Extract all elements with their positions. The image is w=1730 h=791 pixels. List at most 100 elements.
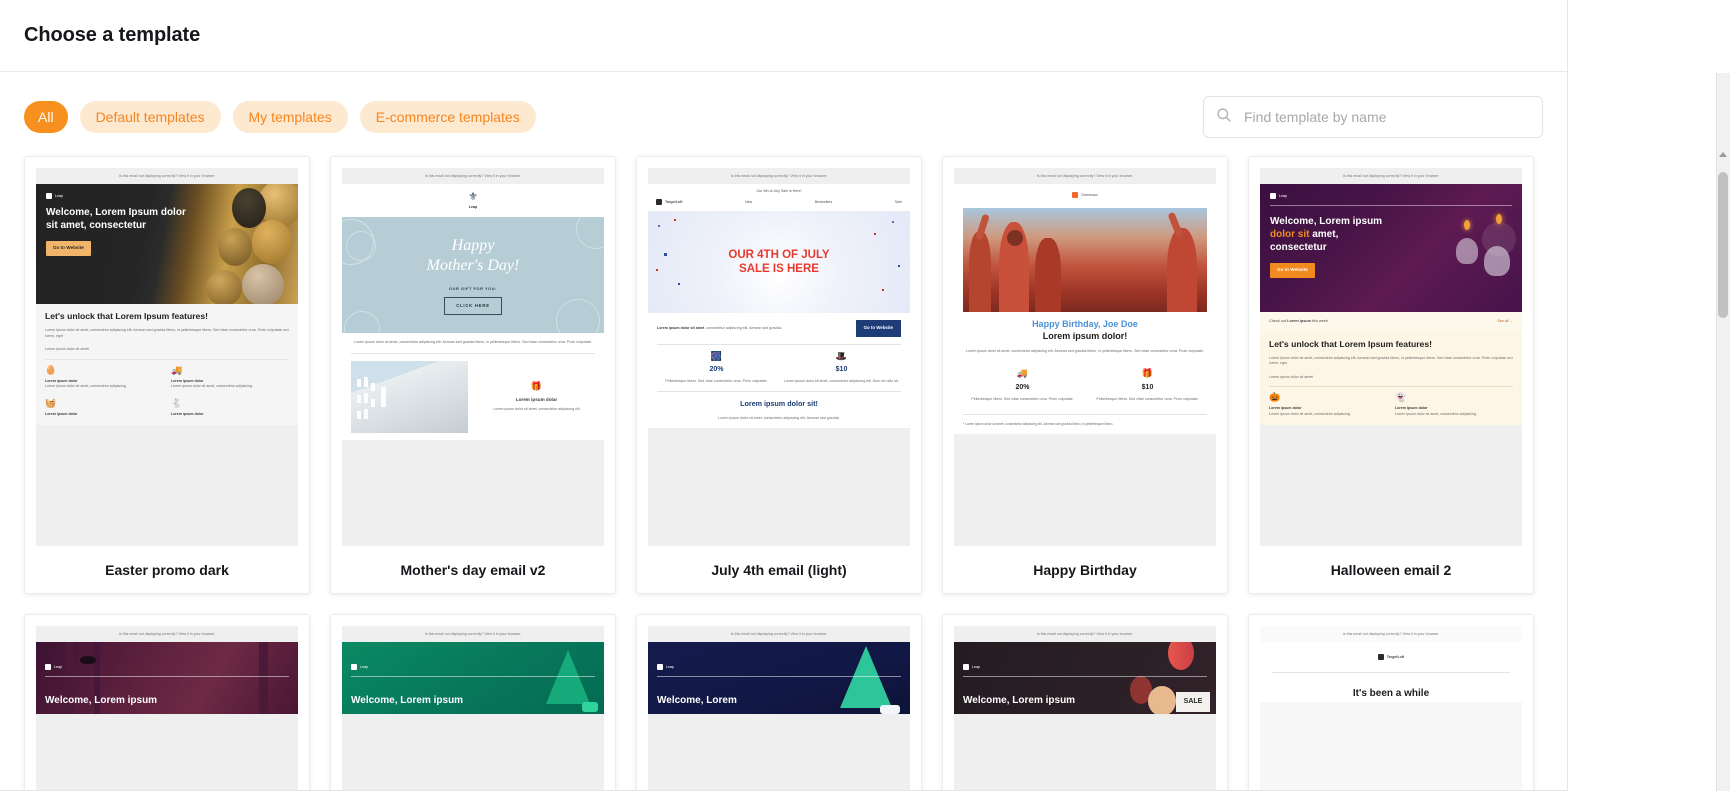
choose-template-modal: Choose a template All Default templates …: [0, 0, 1568, 791]
offer-text: Pellentesque libero. Sed vitae consectet…: [1096, 397, 1199, 402]
template-card[interactable]: Is this email not displaying correctly? …: [24, 156, 310, 594]
filter-chip-default-templates[interactable]: Default templates: [79, 101, 221, 133]
section-subhead: Let's unlock that Lorem Ipsum features!: [1269, 338, 1432, 349]
hero-headline-line2: SALE IS HERE: [739, 263, 819, 276]
vertical-scrollbar-track[interactable]: [1716, 73, 1730, 791]
checkout-bar: Check out Lorem ipsum this week See all …: [1260, 312, 1522, 332]
hero-image: Leap Welcome, Lorem Ipsum dolor sit amet…: [36, 184, 298, 305]
template-thumbnail: Is this email not displaying correctly? …: [342, 626, 604, 790]
section-body: Lorem ipsum dolor sit amet, consectetur …: [45, 328, 289, 338]
checkout-bold: Lorem ipsum: [1287, 319, 1311, 324]
see-all-link[interactable]: See all →: [1497, 319, 1513, 324]
footer-title: Lorem ipsum dolor sit!: [740, 399, 818, 409]
pumpkin-icon: 🎃: [1269, 392, 1281, 403]
footnote: * Lorem ipsum dolor sit amet, consectetu…: [963, 421, 1114, 426]
hero-headline-line1: OUR 4TH OF JULY: [728, 249, 830, 262]
filter-chip-all[interactable]: All: [24, 101, 68, 133]
offer-value: $10: [835, 365, 848, 373]
template-card[interactable]: Is this email not displaying correctly? …: [24, 614, 310, 790]
egg-icon: 🥚: [45, 364, 57, 375]
hero-image: Leap Welcome, Lorem: [648, 642, 910, 715]
vertical-scrollbar-thumb[interactable]: [1718, 172, 1728, 318]
building-image: [351, 360, 468, 433]
feature-title: Lorem ipsum dolor: [1395, 406, 1428, 411]
hero-cta-button[interactable]: CLICK HERE: [444, 297, 502, 316]
email-preheader: Is this email not displaying correctly? …: [342, 626, 604, 643]
hero-headline: Welcome, Lorem ipsum: [45, 694, 158, 706]
sale-badge: SALE: [1176, 692, 1210, 713]
basket-icon: 🧺: [45, 398, 57, 409]
nav-item-sale[interactable]: Sale: [895, 200, 902, 205]
hero-image: [963, 208, 1207, 312]
brand-logo: TargetLoft: [656, 199, 683, 206]
hero-cta-button[interactable]: Go to Website: [1270, 263, 1315, 278]
brand-logo: Dominoso: [1072, 192, 1098, 199]
template-card[interactable]: Is this email not displaying correctly? …: [942, 614, 1228, 790]
template-name: Halloween email 2: [1330, 561, 1452, 578]
email-nav: TargetLoft New Bestsellers Sale: [648, 199, 910, 211]
truck-icon: 🚚: [1016, 367, 1029, 378]
section-subhead: Let's unlock that Lorem Ipsum features!: [45, 311, 208, 322]
feature-text: Lorem ipsum dolor sit amet, consectetur …: [493, 406, 580, 411]
template-thumbnail: Is this email not displaying correctly? …: [954, 168, 1216, 546]
template-card[interactable]: Is this email not displaying correctly? …: [1248, 156, 1534, 594]
brand-name: Leap: [468, 205, 478, 210]
hero-headline-line1: Welcome, Lorem ipsum: [1270, 216, 1383, 228]
email-preheader: Is this email not displaying correctly? …: [648, 626, 910, 643]
section-body: , consectetur adipiscing elit. Aenean se…: [704, 325, 783, 330]
scroll-up-arrow-icon[interactable]: [1719, 152, 1727, 157]
search-input[interactable]: [1242, 108, 1530, 126]
page-title: Choose a template: [24, 24, 201, 46]
template-name: Easter promo dark: [105, 561, 229, 578]
section-body: Lorem ipsum dolor sit amet, consectetur …: [1269, 355, 1513, 366]
email-preheader: Is this email not displaying correctly? …: [36, 168, 298, 185]
offer-text: Pellentesque libero. Sed vitae consectet…: [971, 397, 1074, 402]
brand-name: Leap: [666, 664, 674, 669]
templates-scroll-area[interactable]: Is this email not displaying correctly? …: [0, 148, 1567, 790]
section-body-bold: Lorem ipsum dolor sit amet: [657, 325, 705, 330]
hero-image: OUR 4TH OF JULY SALE IS HERE: [648, 211, 910, 314]
hero-image: Leap Welcome, Lorem ipsum: [342, 642, 604, 715]
email-preheader: Is this email not displaying correctly? …: [1260, 626, 1522, 643]
offer-value: $10: [1141, 383, 1154, 391]
nav-item-bestsellers[interactable]: Bestsellers: [815, 200, 833, 205]
section-body: Lorem ipsum dolor sit amet, consectetur …: [354, 340, 592, 345]
email-preheader: Is this email not displaying correctly? …: [1260, 168, 1522, 185]
filter-chip-ecommerce-templates[interactable]: E-commerce templates: [359, 101, 536, 133]
template-card[interactable]: Is this email not displaying correctly? …: [330, 156, 616, 594]
section-body-2: Lorem ipsum dolor sit amet!: [45, 347, 90, 352]
template-card[interactable]: Is this email not displaying correctly? …: [636, 156, 922, 594]
hero-headline-line2: Mother's Day!: [426, 256, 520, 274]
offer-text: Pellentesque libero. Sed vitae consectet…: [665, 378, 768, 383]
feature-title: Lorem ipsum dolar: [515, 396, 558, 402]
search-box[interactable]: [1203, 96, 1543, 138]
hero-cta-button[interactable]: Go to Website: [46, 241, 91, 256]
brand-name: Leap: [55, 193, 63, 198]
brand-name: Dominoso: [1081, 192, 1098, 197]
filter-chip-my-templates[interactable]: My templates: [232, 101, 348, 133]
email-preheader: Is this email not displaying correctly? …: [954, 626, 1216, 643]
email-preheader: Is this email not displaying correctly? …: [36, 626, 298, 643]
template-card[interactable]: Is this email not displaying correctly? …: [1248, 614, 1534, 790]
brand-name: Leap: [360, 664, 368, 669]
brand-logo: Leap: [46, 193, 288, 200]
email-preheader: Is this email not displaying correctly? …: [648, 168, 910, 185]
template-card[interactable]: Is this email not displaying correctly? …: [636, 614, 922, 790]
hero-image: Leap Welcome, Lorem ipsum dolor sit amet…: [1260, 184, 1522, 313]
offer-value: 20%: [1015, 383, 1030, 391]
template-thumbnail: Is this email not displaying correctly? …: [954, 626, 1216, 790]
email-preheader: Is this email not displaying correctly? …: [954, 168, 1216, 185]
hero-image: Leap Welcome, Lorem ipsum: [36, 642, 298, 715]
template-card[interactable]: Is this email not displaying correctly? …: [330, 614, 616, 790]
gift-icon: 🎁: [1141, 367, 1154, 378]
offer-value: 20%: [709, 365, 724, 373]
hero-headline-line1: Happy Birthday,: [1032, 319, 1101, 329]
hero-image: SALE Leap Welcome, Lorem ipsum: [954, 642, 1216, 715]
brand-logo: Leap: [1270, 193, 1512, 200]
nav-item-new[interactable]: New: [745, 200, 752, 205]
template-thumbnail: Is this email not displaying correctly? …: [342, 168, 604, 546]
feature-text: Lorem ipsum dolor sit amet, consectetur …: [45, 384, 127, 389]
cta-button[interactable]: Go to Website: [855, 320, 901, 337]
feature-title: Lorem ipsum dolor: [171, 412, 204, 417]
template-card[interactable]: Is this email not displaying correctly? …: [942, 156, 1228, 594]
